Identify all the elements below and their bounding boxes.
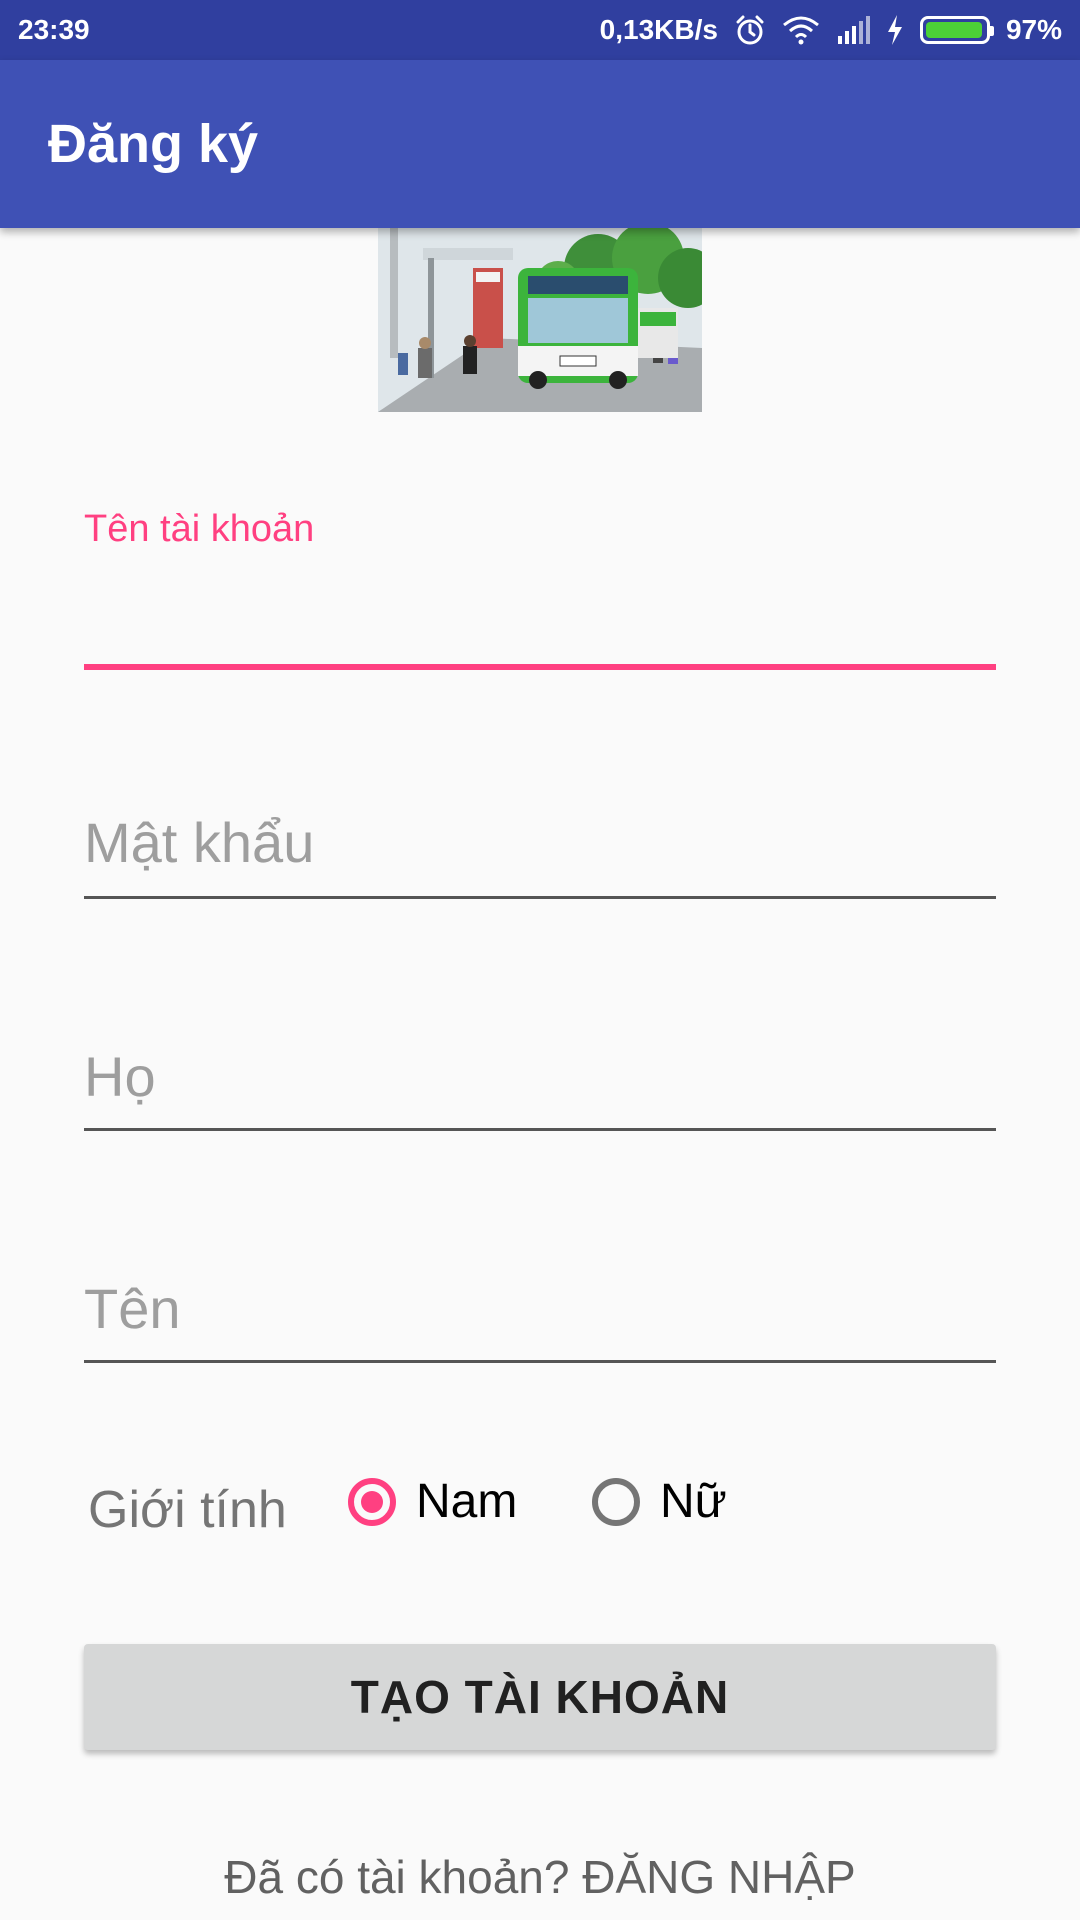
last-name-field[interactable]: Họ [84, 1044, 996, 1134]
radio-unchecked-icon[interactable] [592, 1477, 640, 1526]
create-account-button[interactable]: TẠO TÀI KHOẢN [84, 1644, 996, 1750]
page-title: Đăng ký [48, 114, 259, 174]
signal-icon [836, 16, 870, 44]
gender-group: Giới tính Nam Nữ [88, 1470, 988, 1550]
status-time: 23:39 [18, 14, 90, 45]
gender-label: Giới tính [88, 1481, 287, 1539]
status-bar: 23:39 0,13KB/s 97% [0, 0, 1080, 60]
gender-option-label: Nam [416, 1475, 518, 1528]
battery-icon [919, 16, 994, 44]
first-name-field[interactable]: Tên [84, 1276, 996, 1366]
app-bar: Đăng ký [0, 60, 1080, 228]
first-name-underline [84, 1360, 996, 1363]
password-field[interactable]: Mật khẩu [84, 810, 996, 900]
gender-option-male[interactable]: Nam [348, 1474, 517, 1529]
status-icons: 0,13KB/s 97% [600, 14, 1062, 46]
last-name-underline [84, 1128, 996, 1131]
username-underline [84, 664, 996, 670]
net-speed: 0,13KB/s [599, 14, 718, 45]
username-field[interactable]: Tên tài khoản [84, 508, 996, 672]
bus-stop-image [378, 228, 702, 412]
battery-fill [925, 22, 983, 38]
username-label: Tên tài khoản [84, 508, 315, 550]
gender-option-female[interactable]: Nữ [592, 1474, 727, 1529]
battery-percent: 97% [1005, 14, 1062, 45]
radio-checked-icon[interactable] [348, 1477, 396, 1526]
charging-icon [886, 15, 904, 45]
first-name-hint: Tên [84, 1277, 181, 1340]
alarm-icon [734, 14, 766, 46]
login-link[interactable]: Đã có tài khoản? ĐĂNG NHẬP [0, 1850, 1080, 1904]
password-underline [84, 896, 996, 899]
wifi-icon [782, 15, 820, 45]
last-name-hint: Họ [84, 1045, 156, 1108]
username-input[interactable] [84, 578, 996, 660]
gender-option-label: Nữ [660, 1475, 727, 1528]
password-hint: Mật khẩu [84, 811, 315, 874]
